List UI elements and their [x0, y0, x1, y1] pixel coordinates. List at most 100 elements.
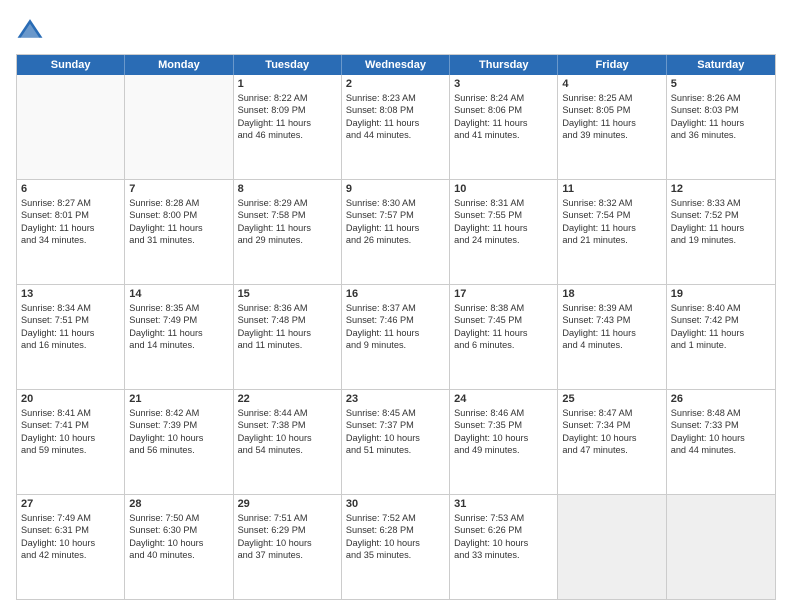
- calendar-cell: 26Sunrise: 8:48 AMSunset: 7:33 PMDayligh…: [667, 390, 775, 494]
- calendar-cell: 30Sunrise: 7:52 AMSunset: 6:28 PMDayligh…: [342, 495, 450, 599]
- cell-info-line: Daylight: 11 hours: [346, 222, 445, 234]
- cell-info-line: Daylight: 11 hours: [129, 327, 228, 339]
- calendar-cell: 12Sunrise: 8:33 AMSunset: 7:52 PMDayligh…: [667, 180, 775, 284]
- cell-info-line: Sunset: 7:35 PM: [454, 419, 553, 431]
- cell-info-line: Sunset: 7:38 PM: [238, 419, 337, 431]
- calendar-cell: 3Sunrise: 8:24 AMSunset: 8:06 PMDaylight…: [450, 75, 558, 179]
- header-day-thursday: Thursday: [450, 55, 558, 75]
- cell-info-line: Sunrise: 8:41 AM: [21, 407, 120, 419]
- cell-info-line: Sunrise: 8:42 AM: [129, 407, 228, 419]
- calendar-cell: 7Sunrise: 8:28 AMSunset: 8:00 PMDaylight…: [125, 180, 233, 284]
- cell-info-line: and 49 minutes.: [454, 444, 553, 456]
- cell-info-line: and 35 minutes.: [346, 549, 445, 561]
- day-number: 29: [238, 498, 337, 510]
- cell-info-line: and 16 minutes.: [21, 339, 120, 351]
- cell-info-line: Sunrise: 8:45 AM: [346, 407, 445, 419]
- cell-info-line: Sunset: 6:31 PM: [21, 524, 120, 536]
- cell-info-line: Daylight: 11 hours: [346, 327, 445, 339]
- cell-info-line: and 44 minutes.: [671, 444, 771, 456]
- cell-info-line: Sunrise: 8:25 AM: [562, 92, 661, 104]
- cell-info-line: and 46 minutes.: [238, 129, 337, 141]
- calendar-row-1: 1Sunrise: 8:22 AMSunset: 8:09 PMDaylight…: [17, 75, 775, 180]
- cell-info-line: Sunrise: 8:37 AM: [346, 302, 445, 314]
- calendar-cell: 6Sunrise: 8:27 AMSunset: 8:01 PMDaylight…: [17, 180, 125, 284]
- calendar-cell: 19Sunrise: 8:40 AMSunset: 7:42 PMDayligh…: [667, 285, 775, 389]
- cell-info-line: Daylight: 10 hours: [21, 432, 120, 444]
- cell-info-line: and 4 minutes.: [562, 339, 661, 351]
- day-number: 30: [346, 498, 445, 510]
- calendar-cell: 28Sunrise: 7:50 AMSunset: 6:30 PMDayligh…: [125, 495, 233, 599]
- header-day-saturday: Saturday: [667, 55, 775, 75]
- calendar-cell: 23Sunrise: 8:45 AMSunset: 7:37 PMDayligh…: [342, 390, 450, 494]
- cell-info-line: Daylight: 11 hours: [671, 117, 771, 129]
- day-number: 19: [671, 288, 771, 300]
- cell-info-line: Sunset: 7:52 PM: [671, 209, 771, 221]
- calendar-cell: 1Sunrise: 8:22 AMSunset: 8:09 PMDaylight…: [234, 75, 342, 179]
- header: [16, 16, 776, 44]
- calendar-cell: 21Sunrise: 8:42 AMSunset: 7:39 PMDayligh…: [125, 390, 233, 494]
- calendar-cell: 24Sunrise: 8:46 AMSunset: 7:35 PMDayligh…: [450, 390, 558, 494]
- cell-info-line: and 39 minutes.: [562, 129, 661, 141]
- cell-info-line: Sunset: 7:58 PM: [238, 209, 337, 221]
- day-number: 16: [346, 288, 445, 300]
- cell-info-line: and 1 minute.: [671, 339, 771, 351]
- calendar-cell: 8Sunrise: 8:29 AMSunset: 7:58 PMDaylight…: [234, 180, 342, 284]
- day-number: 24: [454, 393, 553, 405]
- cell-info-line: Daylight: 11 hours: [454, 222, 553, 234]
- cell-info-line: Sunset: 8:01 PM: [21, 209, 120, 221]
- header-day-tuesday: Tuesday: [234, 55, 342, 75]
- day-number: 4: [562, 78, 661, 90]
- cell-info-line: Sunset: 7:43 PM: [562, 314, 661, 326]
- cell-info-line: Sunset: 6:30 PM: [129, 524, 228, 536]
- day-number: 10: [454, 183, 553, 195]
- day-number: 26: [671, 393, 771, 405]
- cell-info-line: Daylight: 10 hours: [238, 537, 337, 549]
- cell-info-line: Daylight: 11 hours: [454, 117, 553, 129]
- day-number: 1: [238, 78, 337, 90]
- cell-info-line: Sunset: 7:51 PM: [21, 314, 120, 326]
- header-day-friday: Friday: [558, 55, 666, 75]
- cell-info-line: Sunrise: 7:53 AM: [454, 512, 553, 524]
- cell-info-line: and 41 minutes.: [454, 129, 553, 141]
- cell-info-line: Sunset: 7:46 PM: [346, 314, 445, 326]
- calendar-cell: [125, 75, 233, 179]
- calendar: SundayMondayTuesdayWednesdayThursdayFrid…: [16, 54, 776, 600]
- page: SundayMondayTuesdayWednesdayThursdayFrid…: [0, 0, 792, 612]
- day-number: 5: [671, 78, 771, 90]
- cell-info-line: Sunset: 8:09 PM: [238, 104, 337, 116]
- cell-info-line: Sunrise: 8:36 AM: [238, 302, 337, 314]
- cell-info-line: Daylight: 11 hours: [562, 222, 661, 234]
- cell-info-line: Daylight: 11 hours: [238, 222, 337, 234]
- cell-info-line: Sunset: 7:49 PM: [129, 314, 228, 326]
- cell-info-line: Sunrise: 7:51 AM: [238, 512, 337, 524]
- cell-info-line: Sunset: 7:33 PM: [671, 419, 771, 431]
- cell-info-line: Sunrise: 8:39 AM: [562, 302, 661, 314]
- cell-info-line: Sunrise: 7:52 AM: [346, 512, 445, 524]
- calendar-header: SundayMondayTuesdayWednesdayThursdayFrid…: [17, 55, 775, 75]
- cell-info-line: Sunset: 7:45 PM: [454, 314, 553, 326]
- cell-info-line: Sunrise: 8:40 AM: [671, 302, 771, 314]
- cell-info-line: Sunrise: 8:33 AM: [671, 197, 771, 209]
- logo-icon: [16, 16, 44, 44]
- cell-info-line: Sunrise: 8:35 AM: [129, 302, 228, 314]
- cell-info-line: Sunset: 8:08 PM: [346, 104, 445, 116]
- calendar-cell: [558, 495, 666, 599]
- calendar-cell: 20Sunrise: 8:41 AMSunset: 7:41 PMDayligh…: [17, 390, 125, 494]
- cell-info-line: Sunset: 7:57 PM: [346, 209, 445, 221]
- calendar-row-4: 20Sunrise: 8:41 AMSunset: 7:41 PMDayligh…: [17, 390, 775, 495]
- cell-info-line: Sunrise: 8:48 AM: [671, 407, 771, 419]
- day-number: 25: [562, 393, 661, 405]
- cell-info-line: and 29 minutes.: [238, 234, 337, 246]
- calendar-cell: [667, 495, 775, 599]
- day-number: 28: [129, 498, 228, 510]
- cell-info-line: and 31 minutes.: [129, 234, 228, 246]
- calendar-cell: 18Sunrise: 8:39 AMSunset: 7:43 PMDayligh…: [558, 285, 666, 389]
- cell-info-line: and 59 minutes.: [21, 444, 120, 456]
- day-number: 27: [21, 498, 120, 510]
- cell-info-line: and 33 minutes.: [454, 549, 553, 561]
- day-number: 22: [238, 393, 337, 405]
- cell-info-line: Daylight: 10 hours: [346, 537, 445, 549]
- cell-info-line: Sunrise: 8:24 AM: [454, 92, 553, 104]
- calendar-cell: 25Sunrise: 8:47 AMSunset: 7:34 PMDayligh…: [558, 390, 666, 494]
- calendar-cell: 17Sunrise: 8:38 AMSunset: 7:45 PMDayligh…: [450, 285, 558, 389]
